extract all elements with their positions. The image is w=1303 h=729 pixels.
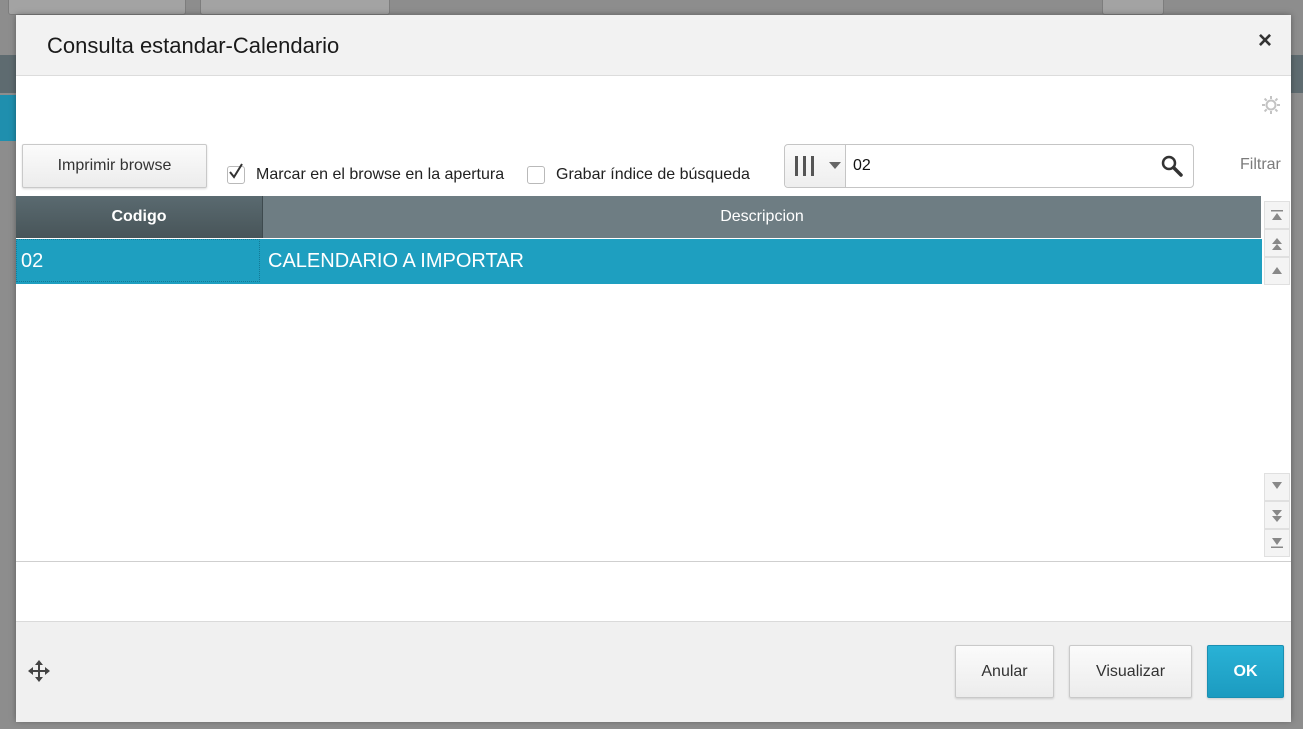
scroll-down-button[interactable] [1264,473,1290,501]
close-icon[interactable]: × [1253,29,1277,53]
search-icon[interactable] [1161,155,1183,177]
mark-on-open-checkbox[interactable] [227,163,245,184]
cancel-button[interactable]: Anular [955,645,1054,698]
scroll-bottom-icon [1271,538,1283,548]
background-panel [0,55,16,93]
dialog-titlebar: Consulta estandar-Calendario × [16,15,1291,76]
mark-on-open-label: Marcar en el browse en la apertura [256,166,505,183]
move-icon[interactable] [28,660,50,682]
background-tab [8,0,186,15]
column-header-descripcion[interactable]: Descripcion [263,196,1261,238]
checkbox-check-icon [229,163,243,179]
column-index-icon [795,156,814,176]
scroll-page-down-icon [1272,510,1282,522]
table-row[interactable]: 02 CALENDARIO A IMPORTAR [16,239,1262,284]
scroll-top-icon [1271,210,1283,220]
scroll-page-down-button[interactable] [1264,501,1290,529]
background-tab [200,0,390,15]
cell-descripcion[interactable]: CALENDARIO A IMPORTAR [268,239,524,284]
browse-grid: Codigo Descripcion 02 CALENDARIO A IMPOR… [16,196,1291,562]
scroll-bottom-button[interactable] [1264,529,1290,557]
save-search-index-checkbox[interactable] [527,166,545,184]
filter-link[interactable]: Filtrar [1240,156,1281,174]
scroll-page-up-button[interactable] [1264,229,1290,257]
view-button[interactable]: Visualizar [1069,645,1192,698]
cell-codigo[interactable]: 02 [16,239,260,282]
index-selector-button[interactable] [785,145,846,187]
chevron-down-icon [829,162,841,169]
background-panel [1291,55,1303,93]
scroll-page-up-icon [1272,238,1282,250]
gear-icon[interactable] [1261,95,1281,115]
scroll-up-icon [1272,267,1282,274]
save-search-index-label: Grabar índice de búsqueda [556,166,750,183]
search-box: 02 [784,144,1194,188]
scroll-up-button[interactable] [1264,257,1290,285]
background-tab [1102,0,1164,15]
background-highlight [0,95,16,141]
dialog-title: Consulta estandar-Calendario [47,33,340,58]
standard-query-dialog: Consulta estandar-Calendario × Imprimir … [16,15,1291,722]
scroll-down-icon [1272,482,1282,489]
print-browse-button[interactable]: Imprimir browse [22,144,207,188]
ok-button[interactable]: OK [1207,645,1284,698]
dialog-footer: Anular Visualizar OK [16,621,1291,722]
search-input[interactable]: 02 [853,157,871,175]
column-header-codigo[interactable]: Codigo [16,196,263,238]
scroll-top-button[interactable] [1264,201,1290,229]
